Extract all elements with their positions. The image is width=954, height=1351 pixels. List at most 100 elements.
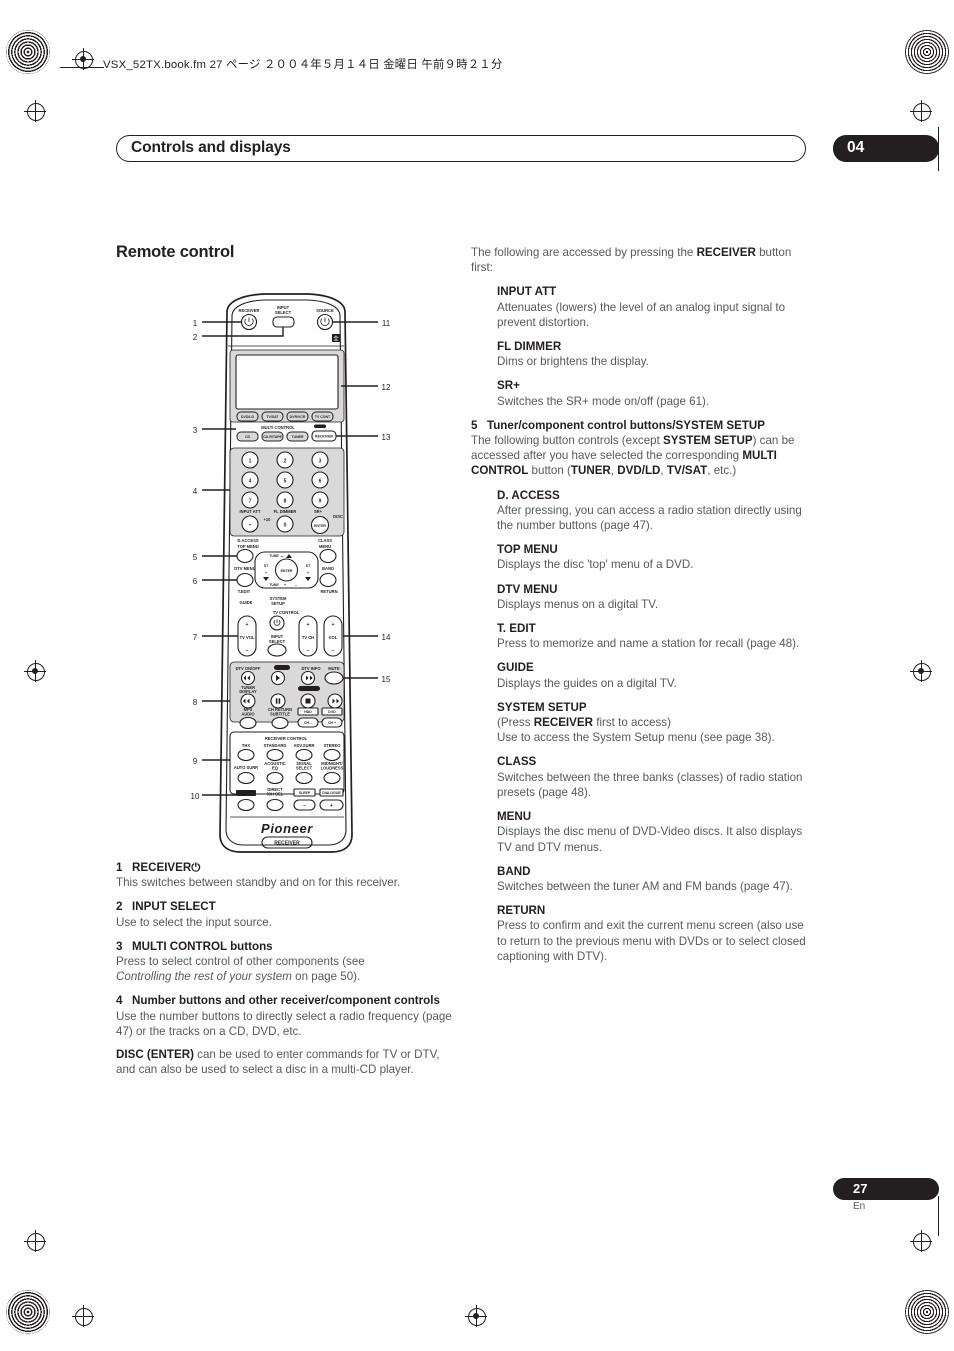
chapter-number: 04	[847, 139, 865, 156]
svg-text:SR+: SR+	[314, 509, 323, 514]
entry-band: BAND Switches between the tuner AM and F…	[497, 864, 811, 894]
entry-heading: RETURN	[497, 904, 546, 918]
item-2-heading: 2 INPUT SELECT	[116, 900, 216, 914]
svg-text:DTV MENU: DTV MENU	[234, 566, 255, 571]
svg-text:CH –: CH –	[304, 721, 312, 725]
registration-mark-top-right	[905, 30, 949, 74]
svg-text:全: 全	[333, 335, 339, 343]
svg-text:11: 11	[382, 319, 391, 328]
svg-text:RECEIVER: RECEIVER	[315, 435, 333, 439]
svg-text:DVD/LD: DVD/LD	[241, 415, 255, 419]
entry-body: Switches the SR+ mode on/off (page 61).	[497, 394, 710, 408]
svg-text:SOURCE: SOURCE	[316, 308, 334, 313]
slug-rule	[60, 67, 104, 68]
svg-text:–: –	[303, 803, 306, 809]
entry-body: Displays the guides on a digital TV.	[497, 676, 677, 690]
entry-body: Displays the disc 'top' menu of a DVD.	[497, 558, 694, 572]
svg-text:HDD: HDD	[304, 710, 312, 714]
list-item: 1 RECEIVER⏻ This switches between standby…	[116, 860, 456, 890]
svg-text:13: 13	[382, 433, 391, 442]
svg-text:DVR/VCR: DVR/VCR	[290, 415, 306, 419]
list-item: 5 Tuner/component control buttons/SYSTEM …	[471, 418, 811, 479]
svg-text:10: 10	[191, 792, 200, 801]
head-rule-tail	[938, 127, 939, 171]
running-head-title: Controls and displays	[131, 139, 291, 156]
item-5-body: The following button controls (except SY…	[471, 434, 795, 478]
svg-text:12: 12	[382, 383, 391, 392]
svg-text:2: 2	[284, 459, 287, 465]
svg-text:REC: REC	[278, 666, 286, 670]
entry-sr-plus: SR+ Switches the SR+ mode on/off (page 6…	[497, 378, 811, 408]
svg-text:FL DIMMER: FL DIMMER	[274, 509, 297, 514]
entry-return: RETURN Press to confirm and exit the cur…	[497, 903, 811, 964]
svg-text:RETURN: RETURN	[320, 589, 337, 594]
svg-text:+: +	[246, 622, 249, 628]
svg-text:+: +	[307, 571, 309, 575]
entry-menu: MENU Displays the disc menu of DVD-Video…	[497, 809, 811, 855]
left-column: 1 RECEIVER⏻ This switches between standby…	[116, 860, 456, 1077]
svg-text:TV/SAT: TV/SAT	[266, 415, 279, 419]
item-4-heading: 4 Number buttons and other receiver/compo…	[116, 994, 440, 1008]
entry-heading: MENU	[497, 810, 532, 824]
crop-mark-bottom-left	[72, 1305, 94, 1327]
entry-body: Press to memorize and name a station for…	[497, 637, 800, 651]
page-number: 27	[853, 1181, 868, 1196]
entry-guide: GUIDE Displays the guides on a digital T…	[497, 660, 811, 690]
entry-heading: D. ACCESS	[497, 488, 560, 502]
svg-text:8: 8	[284, 499, 287, 505]
registration-mark-bottom-left	[6, 1290, 50, 1334]
page-title: Remote control	[116, 243, 235, 261]
svg-text:•: •	[249, 523, 251, 529]
svg-text:THX: THX	[242, 743, 250, 748]
svg-text:–: –	[246, 648, 249, 654]
svg-text:+: +	[284, 583, 286, 587]
svg-text:STANDARD: STANDARD	[264, 743, 287, 748]
svg-text:SETUP: SETUP	[271, 601, 285, 606]
registration-mark-bottom-right	[905, 1290, 949, 1334]
svg-text:MUTE: MUTE	[328, 666, 340, 671]
crop-mark-right-center	[910, 660, 932, 682]
svg-text:SUBTITLE: SUBTITLE	[270, 712, 290, 717]
svg-text:GUIDE: GUIDE	[240, 600, 253, 605]
remote-control-diagram: .bd{fill:none;stroke:#231f20;stroke-widt…	[186, 290, 396, 856]
svg-text:1: 1	[193, 319, 198, 328]
item-2-body: Use to select the input source.	[116, 915, 272, 929]
crop-mark-right-bottom	[910, 1230, 932, 1252]
svg-text:9: 9	[193, 757, 198, 766]
entry-heading: SYSTEM SETUP	[497, 700, 587, 714]
svg-text:EQ: EQ	[272, 766, 279, 771]
svg-text:MULTI CONTROL: MULTI CONTROL	[261, 425, 295, 430]
svg-text:CD: CD	[245, 435, 251, 439]
item-3-body-line2: Controlling the rest of your system on p…	[116, 970, 361, 984]
page-number-badge	[833, 1178, 939, 1200]
svg-text:TUNE: TUNE	[269, 554, 279, 558]
entry-body: Displays menus on a digital TV.	[497, 597, 659, 611]
svg-text:4: 4	[193, 487, 198, 496]
svg-text:RECEIVER: RECEIVER	[239, 308, 260, 313]
svg-text:6: 6	[319, 479, 322, 485]
entry-top-menu: TOP MENU Displays the disc 'top' menu of…	[497, 542, 811, 572]
entry-heading: TOP MENU	[497, 543, 558, 557]
svg-text:RECEIVER CONTROL: RECEIVER CONTROL	[265, 736, 308, 741]
svg-text:AUTO SURR: AUTO SURR	[234, 765, 258, 770]
svg-text:SHIFT: SHIFT	[241, 792, 252, 796]
crop-mark-left-center	[24, 660, 46, 682]
svg-text:–: –	[295, 583, 297, 587]
svg-text:DIALOGUE: DIALOGUE	[322, 791, 341, 795]
entry-heading: T. EDIT	[497, 622, 536, 636]
entry-heading: DTV MENU	[497, 582, 558, 596]
list-item: 4 Number buttons and other receiver/compo…	[116, 993, 456, 1077]
svg-text:LOUDNESS: LOUDNESS	[321, 766, 344, 771]
right-column: The following are accessed by pressing t…	[471, 245, 811, 964]
item-5-heading: 5 Tuner/component control buttons/SYSTEM …	[471, 418, 766, 432]
svg-text:ENTER: ENTER	[281, 569, 293, 573]
svg-text:AUDIO: AUDIO	[241, 712, 255, 717]
svg-text:CD-R/TAPE: CD-R/TAPE	[263, 435, 282, 439]
svg-text:7: 7	[193, 633, 198, 642]
language-code: En	[853, 1201, 866, 1212]
svg-text:TUNE: TUNE	[269, 583, 279, 587]
svg-text:DISPLAY: DISPLAY	[239, 689, 257, 694]
svg-text:SLEEP: SLEEP	[299, 791, 311, 795]
entry-body: Displays the disc menu of DVD-Video disc…	[497, 825, 803, 854]
item-3-heading: 3 MULTI CONTROL buttons	[116, 939, 273, 953]
